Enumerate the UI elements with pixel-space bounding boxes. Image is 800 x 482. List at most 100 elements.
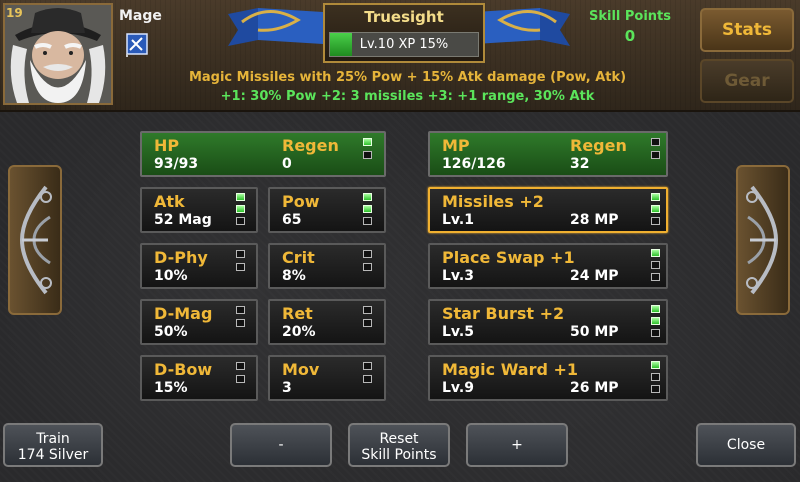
pow-label: Pow — [282, 192, 320, 211]
atk-stat-card[interactable]: Atk 52 Mag — [140, 187, 258, 233]
skill-upgrade-pip — [651, 193, 660, 201]
dphy-value: 10% — [154, 268, 188, 284]
mp-upgrade-pip — [651, 151, 660, 159]
hp-stat-card[interactable]: HP 93/93 Regen 0 — [140, 131, 386, 177]
next-character-button[interactable] — [736, 165, 790, 315]
reset-skill-points-button[interactable]: Reset Skill Points — [348, 423, 450, 467]
skill-level: Lv.5 — [442, 324, 474, 340]
skill-name: Star Burst +2 — [442, 304, 565, 323]
dphy-label: D-Phy — [154, 248, 208, 267]
skill-upgrade-pip — [651, 217, 660, 225]
atk-upgrade-pip — [236, 217, 245, 225]
skill-name: Magic Ward +1 — [442, 360, 579, 379]
xp-progress-bar: Lv.10 XP 15% — [329, 32, 479, 57]
hp-regen-value: 0 — [282, 156, 292, 172]
skill-cost: 50 MP — [570, 324, 619, 340]
dbow-stat-card[interactable]: D-Bow 15% — [140, 355, 258, 401]
hp-upgrade-pip — [363, 138, 372, 146]
ret-upgrade-pip — [363, 319, 372, 327]
skill-upgrade-pip — [651, 273, 660, 281]
train-button[interactable]: Train 174 Silver — [3, 423, 103, 467]
ornate-right-arrow-icon — [746, 185, 779, 295]
crit-stat-card[interactable]: Crit 8% — [268, 243, 386, 289]
ret-label: Ret — [282, 304, 313, 323]
atk-upgrade-pip — [236, 193, 245, 201]
dbow-value: 15% — [154, 380, 188, 396]
atk-label: Atk — [154, 192, 185, 211]
mov-label: Mov — [282, 360, 320, 379]
mp-stat-card[interactable]: MP 126/126 Regen 32 — [428, 131, 668, 177]
train-label: Train — [36, 431, 70, 447]
skill-upgrade-pip — [651, 305, 660, 313]
dmag-upgrade-pip — [236, 319, 245, 327]
mp-regen-label: Regen — [570, 136, 627, 155]
skill-title: Truesight — [364, 8, 444, 26]
crit-upgrade-pip — [363, 250, 372, 258]
skill-upgrade-pip — [651, 385, 660, 393]
mp-upgrade-pip — [651, 138, 660, 146]
skill-upgrade-pip — [651, 361, 660, 369]
previous-character-button[interactable] — [8, 165, 62, 315]
skill-name: Missiles +2 — [442, 192, 544, 211]
skill-upgrade-pip — [651, 329, 660, 337]
pow-upgrade-pip — [363, 193, 372, 201]
hp-value: 93/93 — [154, 156, 199, 172]
skill-name: Place Swap +1 — [442, 248, 575, 267]
atk-value: 52 Mag — [154, 212, 212, 228]
character-level-badge: 19 — [6, 6, 23, 20]
minus-label: - — [278, 437, 284, 453]
ret-stat-card[interactable]: Ret 20% — [268, 299, 386, 345]
close-label: Close — [726, 437, 766, 453]
skill-upgrade-pip — [651, 373, 660, 381]
dphy-stat-card[interactable]: D-Phy 10% — [140, 243, 258, 289]
mp-label: MP — [442, 136, 470, 155]
mov-upgrade-pip — [363, 362, 372, 370]
skill-card-magic-ward[interactable]: Magic Ward +1 Lv.9 26 MP — [428, 355, 668, 401]
mov-upgrade-pip — [363, 375, 372, 383]
skill-card-missiles[interactable]: Missiles +2 Lv.1 28 MP — [428, 187, 668, 233]
skill-upgrade-pip — [651, 249, 660, 257]
train-cost: 174 Silver — [17, 447, 89, 463]
atk-upgrade-pip — [236, 205, 245, 213]
skill-points-label: Skill Points — [588, 9, 672, 24]
mp-regen-value: 32 — [570, 156, 590, 172]
skill-cost: 24 MP — [570, 268, 619, 284]
mov-stat-card[interactable]: Mov 3 — [268, 355, 386, 401]
pow-value: 65 — [282, 212, 302, 228]
dbow-label: D-Bow — [154, 360, 213, 379]
pow-stat-card[interactable]: Pow 65 — [268, 187, 386, 233]
character-name: Mage — [119, 8, 162, 24]
skill-cost: 26 MP — [570, 380, 619, 396]
pow-upgrade-pip — [363, 217, 372, 225]
hp-regen-label: Regen — [282, 136, 339, 155]
ret-upgrade-pip — [363, 306, 372, 314]
skill-upgrades: +1: 30% Pow +2: 3 missiles +3: +1 range,… — [220, 89, 595, 104]
pow-upgrade-pip — [363, 205, 372, 213]
plus-label: + — [511, 437, 523, 453]
ret-value: 20% — [282, 324, 316, 340]
skill-card-place-swap[interactable]: Place Swap +1 Lv.3 24 MP — [428, 243, 668, 289]
skill-upgrade-pip — [651, 317, 660, 325]
plus-button[interactable]: + — [466, 423, 568, 467]
skill-upgrade-pip — [651, 205, 660, 213]
mage-banner-icon — [124, 32, 150, 58]
dmag-stat-card[interactable]: D-Mag 50% — [140, 299, 258, 345]
skill-card-star-burst[interactable]: Star Burst +2 Lv.5 50 MP — [428, 299, 668, 345]
skill-level: Lv.3 — [442, 268, 474, 284]
mp-value: 126/126 — [442, 156, 506, 172]
skill-points-value: 0 — [624, 27, 636, 45]
crit-upgrade-pip — [363, 263, 372, 271]
minus-button[interactable]: - — [230, 423, 332, 467]
dmag-value: 50% — [154, 324, 188, 340]
character-header: 19 Mage Truesight Lv.10 XP 15% Skill Poi… — [0, 0, 800, 112]
dmag-label: D-Mag — [154, 304, 213, 323]
skill-cost: 28 MP — [570, 212, 619, 228]
dmag-upgrade-pip — [236, 306, 245, 314]
crit-value: 8% — [282, 268, 306, 284]
gear-tab-button[interactable]: Gear — [700, 59, 794, 103]
hp-upgrade-pip — [363, 151, 372, 159]
stats-tab-button[interactable]: Stats — [700, 8, 794, 52]
mov-value: 3 — [282, 380, 292, 396]
close-button[interactable]: Close — [696, 423, 796, 467]
reset-sublabel: Skill Points — [361, 447, 437, 463]
